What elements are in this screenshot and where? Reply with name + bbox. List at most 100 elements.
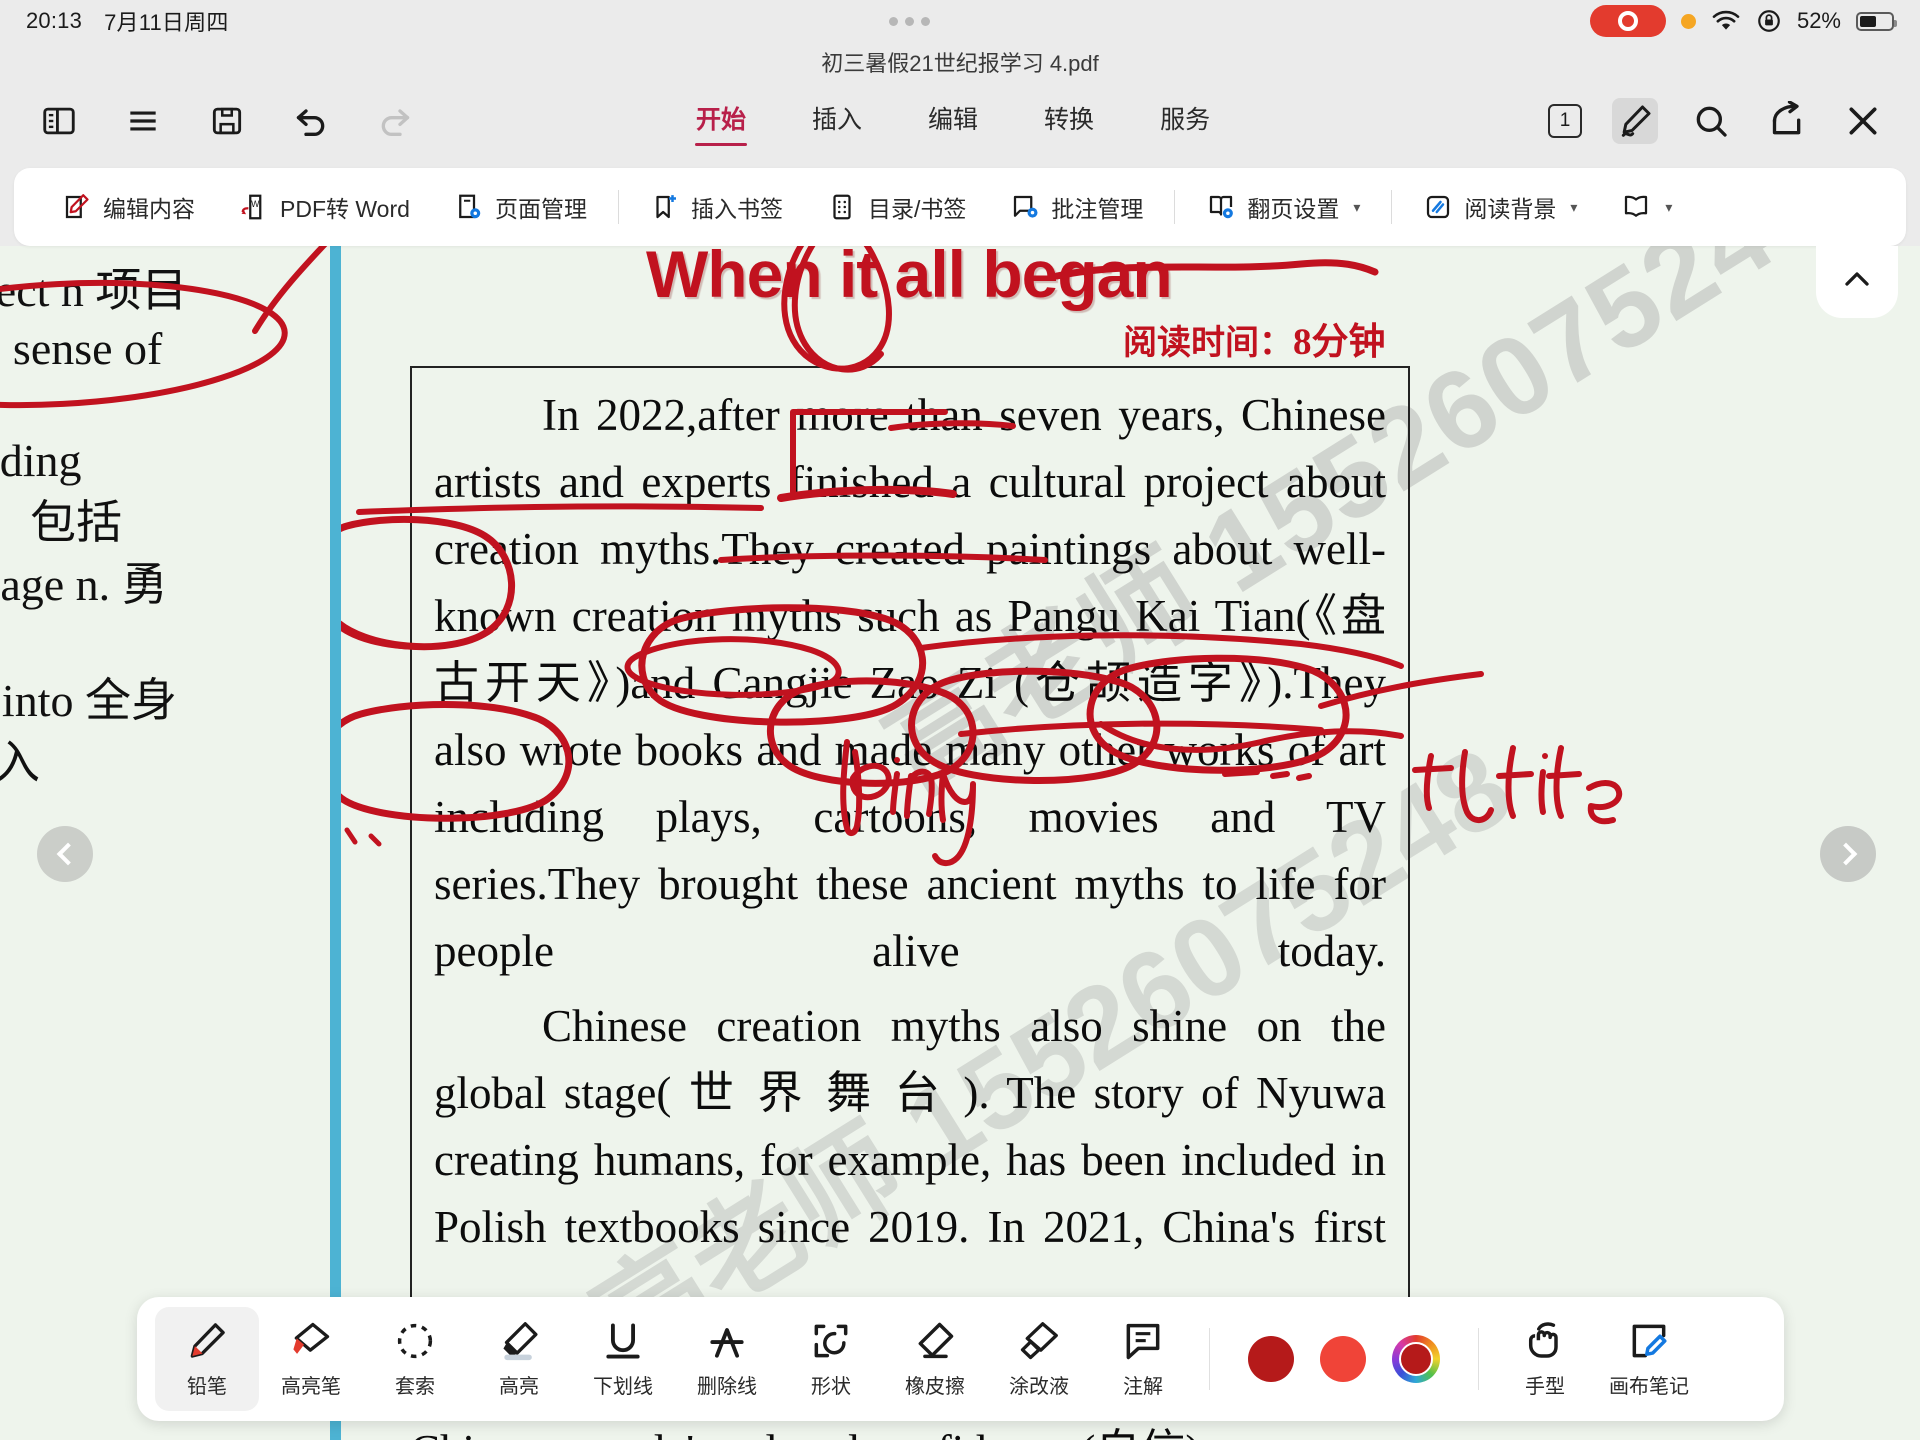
- ribbon-item-insert-bookmark[interactable]: 插入书签: [628, 182, 805, 232]
- battery-percent-label: 52%: [1796, 8, 1841, 33]
- dock-divider: [1478, 1328, 1479, 1390]
- left-page-line: urage n. 勇: [0, 559, 168, 610]
- left-page-line: luding: [0, 435, 82, 486]
- shape-icon: [809, 1319, 853, 1363]
- color-swatch-red[interactable]: [1320, 1336, 1366, 1382]
- feature-ribbon: 编辑内容 W PDF转 Word 页面管理 插入书签 目录/书签 批注管理 翻页…: [14, 168, 1906, 246]
- ribbon-label: 页面管理: [494, 196, 587, 222]
- tool-label: 高亮笔: [281, 1376, 341, 1398]
- ribbon-item-page-manage[interactable]: 页面管理: [432, 182, 609, 232]
- menu-icon[interactable]: [120, 98, 166, 144]
- annotate-pen-icon[interactable]: [1612, 98, 1658, 144]
- chevron-left-icon: [56, 842, 79, 866]
- save-icon[interactable]: [204, 98, 250, 144]
- right-page: When it all began 阅读时间：8分钟 高老师 155260752…: [341, 246, 1920, 1440]
- undo-icon[interactable]: [288, 98, 334, 144]
- underline-icon: [601, 1319, 645, 1363]
- color-picker-wheel[interactable]: [1392, 1335, 1440, 1383]
- redo-icon: [372, 98, 418, 144]
- reading-time-value: 8分钟: [1293, 322, 1386, 363]
- tab-service[interactable]: 服务: [1154, 96, 1216, 146]
- status-bar-handle: [888, 16, 930, 26]
- tool-pencil[interactable]: 铅笔: [155, 1307, 259, 1411]
- next-page-button[interactable]: [1820, 826, 1876, 882]
- toc-bookmark-icon: [833, 194, 851, 220]
- tool-strikethrough[interactable]: 删除线: [675, 1307, 779, 1411]
- highlighter-pen-icon: [289, 1319, 333, 1363]
- share-icon[interactable]: [1764, 98, 1810, 144]
- hand-icon: [1523, 1319, 1567, 1363]
- tool-label: 套索: [395, 1376, 435, 1398]
- tool-eraser[interactable]: 橡皮擦: [883, 1307, 987, 1411]
- ribbon-label: 批注管理: [1051, 196, 1144, 222]
- ribbon-item-reading-background[interactable]: 阅读背景 ▾: [1401, 182, 1599, 232]
- ribbon-label: 目录/书签: [867, 196, 967, 222]
- status-date: 7月11日周四: [104, 10, 229, 35]
- wifi-icon: [1712, 10, 1740, 30]
- ribbon-divider: [1391, 190, 1393, 224]
- color-wheel-selected: [1399, 1342, 1433, 1376]
- tab-insert[interactable]: 插入: [806, 96, 868, 146]
- chevron-right-icon: [1834, 842, 1857, 866]
- ribbon-item-toc-bookmark[interactable]: 目录/书签: [805, 182, 988, 232]
- pdf-viewport[interactable]: oject n 项目 ke sense of luding 包括 urage n…: [0, 246, 1920, 1440]
- insert-bookmark-icon: [656, 195, 676, 219]
- reading-time: 阅读时间：8分钟: [1123, 311, 1386, 365]
- color-swatch-dark-red[interactable]: [1248, 1336, 1294, 1382]
- status-time: 20:13: [26, 8, 83, 33]
- tool-label: 涂改液: [1009, 1376, 1069, 1398]
- document-filename: 初三暑假21世纪报学习 4.pdf: [821, 51, 1099, 76]
- tool-label: 橡皮擦: [905, 1376, 965, 1398]
- main-toolbar: 开始 插入 编辑 转换 服务 1: [0, 82, 1920, 160]
- tab-edit[interactable]: 编辑: [922, 96, 984, 146]
- tab-edit-label: 编辑: [928, 106, 979, 134]
- search-icon[interactable]: [1688, 98, 1734, 144]
- toolbar-left-group: [0, 98, 418, 144]
- tool-shape[interactable]: 形状: [779, 1307, 883, 1411]
- tool-highlighter-pen[interactable]: 高亮笔: [259, 1307, 363, 1411]
- left-page-line: 包括: [30, 497, 122, 548]
- annotation-toolbar: 铅笔 高亮笔 套索 高亮 下划线 删除线 形状 橡皮擦 涂改液 注解 手型 画布…: [137, 1297, 1784, 1421]
- left-page-line: oject n 项目: [0, 265, 188, 316]
- screen-recording-pill-icon[interactable]: [1589, 5, 1666, 37]
- tab-start[interactable]: 开始: [690, 96, 752, 146]
- handle-dot-icon: [888, 16, 898, 26]
- tool-label: 铅笔: [187, 1376, 227, 1398]
- ribbon-item-page-turn-settings[interactable]: 翻页设置 ▾: [1184, 182, 1382, 232]
- window-title-bar: 初三暑假21世纪报学习 4.pdf: [0, 42, 1920, 82]
- recording-ring: [1617, 11, 1638, 31]
- tool-lasso[interactable]: 套索: [363, 1307, 467, 1411]
- chevron-down-icon: ▾: [1570, 198, 1578, 215]
- tool-correction-fluid[interactable]: 涂改液: [987, 1307, 1091, 1411]
- ribbon-item-pdf-to-word[interactable]: W PDF转 Word: [217, 182, 432, 232]
- ribbon-item-comment-manage[interactable]: 批注管理: [988, 182, 1165, 232]
- ribbon-divider: [617, 190, 619, 224]
- sidebar-panel-icon[interactable]: [36, 98, 82, 144]
- toolbar-tabs: 开始 插入 编辑 转换 服务: [690, 96, 1216, 146]
- article-paragraph-2: Chinese creation myths also shine on the…: [434, 1001, 1386, 1252]
- article-paragraph-1: In 2022,after more than seven years, Chi…: [434, 390, 1386, 976]
- tool-hand[interactable]: 手型: [1493, 1307, 1597, 1411]
- pencil-icon: [185, 1319, 229, 1363]
- tool-highlight[interactable]: 高亮: [467, 1307, 571, 1411]
- tool-underline[interactable]: 下划线: [571, 1307, 675, 1411]
- ribbon-item-book-view[interactable]: ▾: [1599, 182, 1694, 232]
- close-icon[interactable]: [1840, 98, 1886, 144]
- status-bar-right: 52%: [1589, 5, 1897, 37]
- chevron-down-icon: ▾: [1353, 198, 1361, 215]
- prev-page-button[interactable]: [37, 826, 93, 882]
- tool-label: 形状: [811, 1376, 851, 1398]
- chevron-up-icon: [1845, 272, 1869, 286]
- tool-label: 注解: [1123, 1376, 1163, 1398]
- page-number-badge[interactable]: 1: [1548, 104, 1582, 138]
- collapse-ribbon-button[interactable]: [1816, 246, 1898, 318]
- tab-convert[interactable]: 转换: [1038, 96, 1100, 146]
- tool-canvas-note[interactable]: 画布笔记: [1597, 1307, 1701, 1411]
- tool-label: 删除线: [697, 1376, 757, 1398]
- tab-insert-label: 插入: [812, 106, 863, 134]
- tool-note[interactable]: 注解: [1091, 1307, 1195, 1411]
- edit-content-icon: [65, 194, 89, 219]
- ribbon-item-edit-content[interactable]: 编辑内容: [40, 182, 217, 232]
- orange-privacy-dot-icon: [1680, 13, 1696, 29]
- pdf-to-word-icon: W: [241, 194, 262, 220]
